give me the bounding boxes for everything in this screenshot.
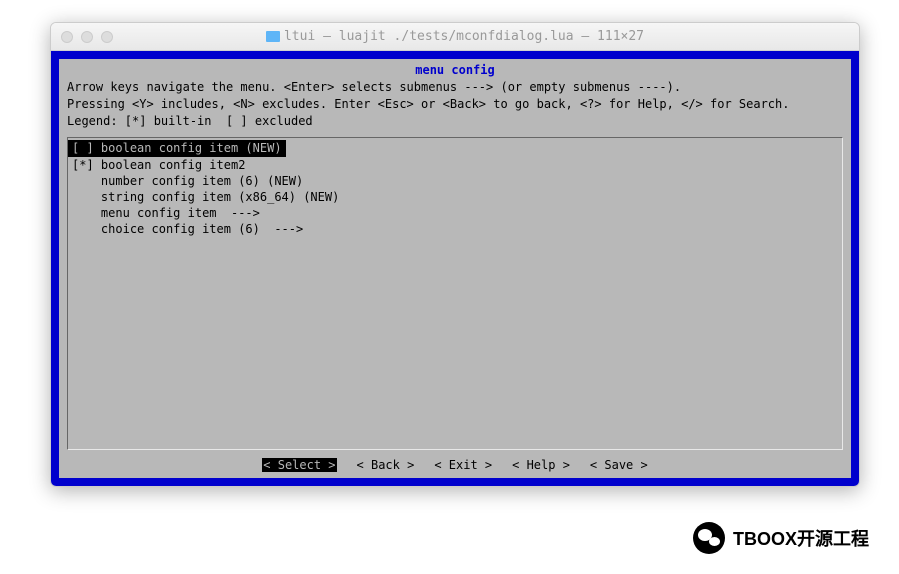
window-title-text: ltui — luajit ./tests/mconfdialog.lua — …: [284, 29, 644, 44]
menu-label: choice config item (6) --->: [101, 222, 303, 236]
help-button[interactable]: < Help >: [512, 458, 570, 472]
help-text: Arrow keys navigate the menu. <Enter> se…: [65, 79, 845, 137]
menu-item-4[interactable]: menu config item --->: [68, 205, 842, 221]
terminal-window: ltui — luajit ./tests/mconfdialog.lua — …: [50, 22, 860, 487]
menu-label: number config item (6) (NEW): [101, 174, 303, 188]
traffic-lights: [51, 31, 113, 43]
wechat-icon: [693, 522, 725, 554]
menu-prefix: [72, 174, 94, 188]
menu-item-5[interactable]: choice config item (6) --->: [68, 221, 842, 237]
menu-label: boolean config item (NEW): [101, 141, 282, 155]
watermark-text: TBOOX开源工程: [733, 525, 869, 551]
close-button[interactable]: [61, 31, 73, 43]
dialog-box: menu config Arrow keys navigate the menu…: [59, 59, 851, 478]
button-bar: < Select > < Back > < Exit > < Help > < …: [65, 450, 845, 476]
menu-item-0[interactable]: [ ] boolean config item (NEW): [68, 140, 842, 156]
menu-label: boolean config item2: [101, 158, 246, 172]
terminal-content: menu config Arrow keys navigate the menu…: [51, 51, 859, 486]
menu-item-1[interactable]: [*] boolean config item2: [68, 157, 842, 173]
dialog-title: menu config: [65, 61, 845, 79]
minimize-button[interactable]: [81, 31, 93, 43]
select-button[interactable]: < Select >: [262, 458, 336, 472]
window-titlebar: ltui — luajit ./tests/mconfdialog.lua — …: [51, 23, 859, 51]
save-button[interactable]: < Save >: [590, 458, 648, 472]
menu-item-3[interactable]: string config item (x86_64) (NEW): [68, 189, 842, 205]
menu-label: menu config item --->: [101, 206, 260, 220]
menu-prefix: [ ]: [72, 141, 94, 155]
menu-prefix: [72, 222, 94, 236]
folder-icon: [266, 31, 280, 42]
menu-item-2[interactable]: number config item (6) (NEW): [68, 173, 842, 189]
window-title: ltui — luajit ./tests/mconfdialog.lua — …: [51, 29, 859, 44]
menu-area: [ ] boolean config item (NEW) [*] boolea…: [67, 137, 843, 450]
menu-prefix: [72, 206, 94, 220]
menu-prefix: [72, 190, 94, 204]
menu-label: string config item (x86_64) (NEW): [101, 190, 339, 204]
menu-prefix: [*]: [72, 158, 94, 172]
watermark: TBOOX开源工程: [693, 522, 869, 554]
maximize-button[interactable]: [101, 31, 113, 43]
back-button[interactable]: < Back >: [357, 458, 415, 472]
exit-button[interactable]: < Exit >: [434, 458, 492, 472]
